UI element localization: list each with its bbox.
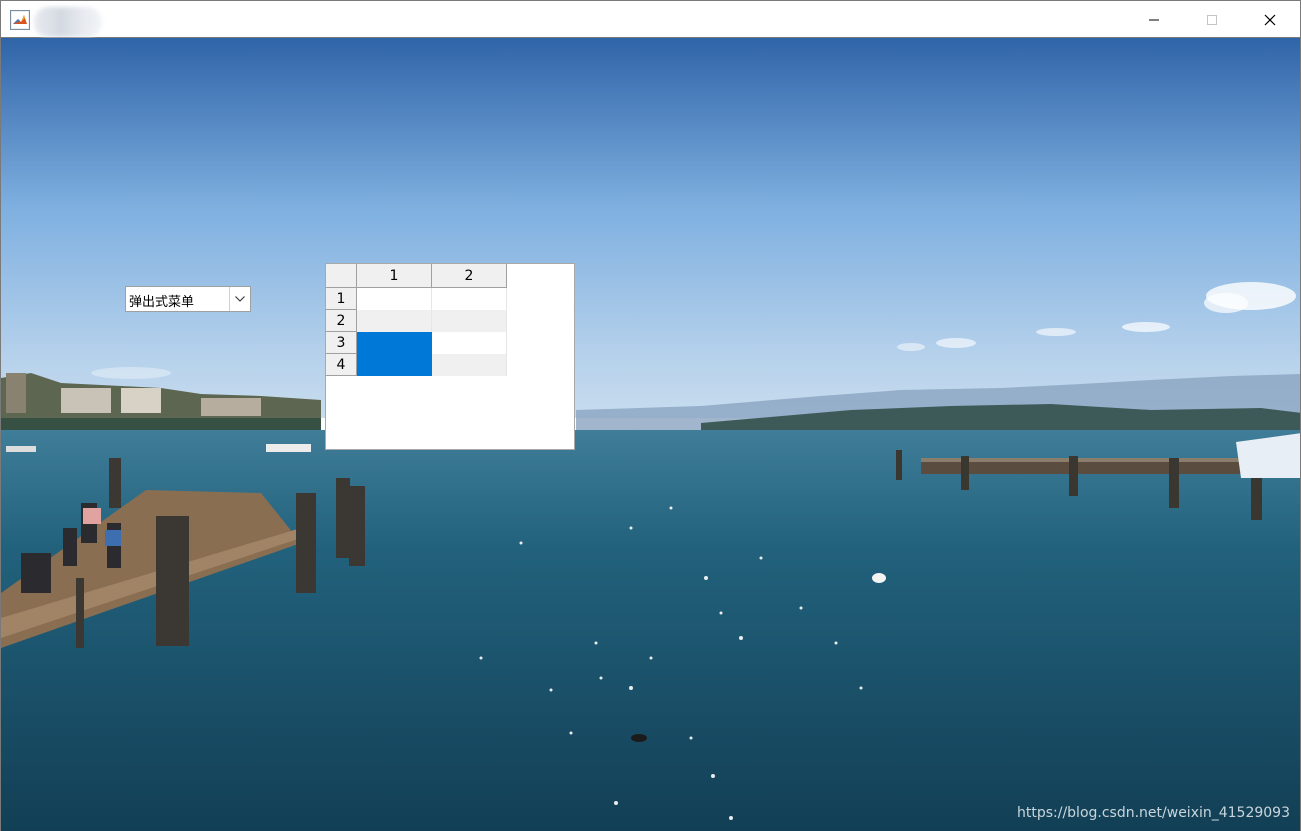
table-cell[interactable] xyxy=(357,310,432,332)
minimize-button[interactable] xyxy=(1125,2,1183,38)
table-cell[interactable] xyxy=(432,288,507,310)
figure-canvas: 弹出式菜单 1 2 1 2 3 4 https://blog.csdn.net/… xyxy=(0,38,1301,831)
maximize-button[interactable] xyxy=(1183,2,1241,38)
table-cell[interactable] xyxy=(432,310,507,332)
title-bar xyxy=(0,0,1301,38)
row-header-1[interactable]: 1 xyxy=(326,288,357,310)
table-cell[interactable] xyxy=(432,332,507,354)
table-cell-selected[interactable] xyxy=(357,354,432,376)
column-header-1[interactable]: 1 xyxy=(357,264,432,288)
window-title xyxy=(34,7,102,37)
close-icon xyxy=(1264,14,1276,26)
table-cell-selected[interactable] xyxy=(357,332,432,354)
table-cell[interactable] xyxy=(432,354,507,376)
matlab-icon[interactable] xyxy=(10,10,30,30)
lake-photo xyxy=(1,38,1300,831)
row-header-3[interactable]: 3 xyxy=(326,332,357,354)
table-corner xyxy=(326,264,357,288)
watermark-text: https://blog.csdn.net/weixin_41529093 xyxy=(1016,805,1290,821)
close-button[interactable] xyxy=(1241,2,1299,38)
chevron-down-icon[interactable] xyxy=(229,287,250,311)
popup-menu[interactable]: 弹出式菜单 xyxy=(125,286,251,312)
maximize-icon xyxy=(1207,15,1217,25)
table-cell[interactable] xyxy=(357,288,432,310)
row-header-4[interactable]: 4 xyxy=(326,354,357,376)
row-header-2[interactable]: 2 xyxy=(326,310,357,332)
popup-selected-value: 弹出式菜单 xyxy=(129,295,195,310)
data-table[interactable]: 1 2 1 2 3 4 xyxy=(325,263,575,450)
column-header-2[interactable]: 2 xyxy=(432,264,507,288)
minimize-icon xyxy=(1149,19,1159,21)
